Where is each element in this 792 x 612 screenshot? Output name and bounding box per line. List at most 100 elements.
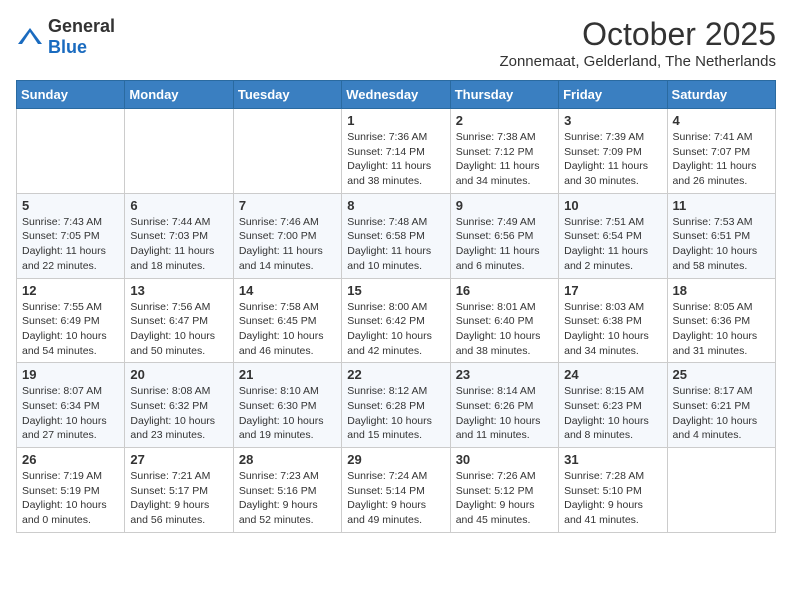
day-number: 6 — [130, 198, 227, 213]
calendar-cell: 5 Sunrise: 7:43 AMSunset: 7:05 PMDaylight… — [17, 193, 125, 278]
day-info: Sunrise: 7:58 AMSunset: 6:45 PMDaylight:… — [239, 300, 336, 359]
calendar-cell: 18 Sunrise: 8:05 AMSunset: 6:36 PMDayligh… — [667, 278, 775, 363]
day-of-week-header: Monday — [125, 81, 233, 109]
day-info: Sunrise: 7:26 AMSunset: 5:12 PMDaylight:… — [456, 469, 553, 528]
title-section: October 2025 Zonnemaat, Gelderland, The … — [499, 16, 776, 70]
day-number: 26 — [22, 452, 119, 467]
day-info: Sunrise: 8:05 AMSunset: 6:36 PMDaylight:… — [673, 300, 770, 359]
calendar-cell — [125, 109, 233, 194]
calendar-cell: 3 Sunrise: 7:39 AMSunset: 7:09 PMDaylight… — [559, 109, 667, 194]
day-number: 24 — [564, 367, 661, 382]
month-title: October 2025 — [499, 16, 776, 53]
day-number: 20 — [130, 367, 227, 382]
day-info: Sunrise: 8:01 AMSunset: 6:40 PMDaylight:… — [456, 300, 553, 359]
day-number: 31 — [564, 452, 661, 467]
calendar-cell: 9 Sunrise: 7:49 AMSunset: 6:56 PMDaylight… — [450, 193, 558, 278]
day-info: Sunrise: 7:24 AMSunset: 5:14 PMDaylight:… — [347, 469, 444, 528]
day-number: 30 — [456, 452, 553, 467]
day-info: Sunrise: 7:23 AMSunset: 5:16 PMDaylight:… — [239, 469, 336, 528]
logo-text-general: General — [48, 16, 115, 36]
calendar-cell: 21 Sunrise: 8:10 AMSunset: 6:30 PMDayligh… — [233, 363, 341, 448]
day-info: Sunrise: 8:12 AMSunset: 6:28 PMDaylight:… — [347, 384, 444, 443]
calendar-cell: 8 Sunrise: 7:48 AMSunset: 6:58 PMDaylight… — [342, 193, 450, 278]
day-number: 21 — [239, 367, 336, 382]
page-header: General Blue October 2025 Zonnemaat, Gel… — [16, 16, 776, 70]
day-info: Sunrise: 8:00 AMSunset: 6:42 PMDaylight:… — [347, 300, 444, 359]
day-of-week-header: Tuesday — [233, 81, 341, 109]
day-info: Sunrise: 7:39 AMSunset: 7:09 PMDaylight:… — [564, 130, 661, 189]
calendar-cell: 13Sunrise: 7:56 AMSunset: 6:47 PMDayligh… — [125, 278, 233, 363]
day-of-week-header: Friday — [559, 81, 667, 109]
calendar-cell: 7 Sunrise: 7:46 AMSunset: 7:00 PMDaylight… — [233, 193, 341, 278]
day-number: 9 — [456, 198, 553, 213]
calendar-cell: 16 Sunrise: 8:01 AMSunset: 6:40 PMDayligh… — [450, 278, 558, 363]
calendar-week-row: 26Sunrise: 7:19 AMSunset: 5:19 PMDayligh… — [17, 448, 776, 533]
calendar-cell: 19 Sunrise: 8:07 AMSunset: 6:34 PMDayligh… — [17, 363, 125, 448]
day-number: 5 — [22, 198, 119, 213]
calendar-cell: 24 Sunrise: 8:15 AMSunset: 6:23 PMDayligh… — [559, 363, 667, 448]
calendar-cell: 6 Sunrise: 7:44 AMSunset: 7:03 PMDaylight… — [125, 193, 233, 278]
calendar-cell: 25 Sunrise: 8:17 AMSunset: 6:21 PMDayligh… — [667, 363, 775, 448]
day-info: Sunrise: 8:17 AMSunset: 6:21 PMDaylight:… — [673, 384, 770, 443]
calendar-cell — [667, 448, 775, 533]
day-info: Sunrise: 8:10 AMSunset: 6:30 PMDaylight:… — [239, 384, 336, 443]
day-of-week-header: Thursday — [450, 81, 558, 109]
day-number: 7 — [239, 198, 336, 213]
calendar-week-row: 5 Sunrise: 7:43 AMSunset: 7:05 PMDaylight… — [17, 193, 776, 278]
day-number: 1 — [347, 113, 444, 128]
calendar-cell: 26Sunrise: 7:19 AMSunset: 5:19 PMDayligh… — [17, 448, 125, 533]
day-number: 15 — [347, 283, 444, 298]
day-number: 13 — [130, 283, 227, 298]
day-number: 11 — [673, 198, 770, 213]
day-info: Sunrise: 8:15 AMSunset: 6:23 PMDaylight:… — [564, 384, 661, 443]
calendar-cell: 2 Sunrise: 7:38 AMSunset: 7:12 PMDaylight… — [450, 109, 558, 194]
calendar-cell — [233, 109, 341, 194]
location-subtitle: Zonnemaat, Gelderland, The Netherlands — [499, 53, 776, 70]
day-info: Sunrise: 7:41 AMSunset: 7:07 PMDaylight:… — [673, 130, 770, 189]
day-info: Sunrise: 7:53 AMSunset: 6:51 PMDaylight:… — [673, 215, 770, 274]
calendar-cell: 20Sunrise: 8:08 AMSunset: 6:32 PMDayligh… — [125, 363, 233, 448]
day-info: Sunrise: 7:38 AMSunset: 7:12 PMDaylight:… — [456, 130, 553, 189]
calendar-cell: 29Sunrise: 7:24 AMSunset: 5:14 PMDayligh… — [342, 448, 450, 533]
day-number: 8 — [347, 198, 444, 213]
day-info: Sunrise: 7:36 AMSunset: 7:14 PMDaylight:… — [347, 130, 444, 189]
calendar-week-row: 19 Sunrise: 8:07 AMSunset: 6:34 PMDayligh… — [17, 363, 776, 448]
day-number: 27 — [130, 452, 227, 467]
day-number: 3 — [564, 113, 661, 128]
day-info: Sunrise: 7:28 AMSunset: 5:10 PMDaylight:… — [564, 469, 661, 528]
calendar-cell: 23Sunrise: 8:14 AMSunset: 6:26 PMDayligh… — [450, 363, 558, 448]
day-info: Sunrise: 7:49 AMSunset: 6:56 PMDaylight:… — [456, 215, 553, 274]
day-number: 28 — [239, 452, 336, 467]
day-number: 25 — [673, 367, 770, 382]
day-info: Sunrise: 7:48 AMSunset: 6:58 PMDaylight:… — [347, 215, 444, 274]
day-number: 12 — [22, 283, 119, 298]
day-info: Sunrise: 7:44 AMSunset: 7:03 PMDaylight:… — [130, 215, 227, 274]
calendar-header-row: SundayMondayTuesdayWednesdayThursdayFrid… — [17, 81, 776, 109]
calendar-cell — [17, 109, 125, 194]
day-number: 19 — [22, 367, 119, 382]
calendar-cell: 28 Sunrise: 7:23 AMSunset: 5:16 PMDayligh… — [233, 448, 341, 533]
logo-icon — [16, 26, 44, 48]
calendar-cell: 14Sunrise: 7:58 AMSunset: 6:45 PMDayligh… — [233, 278, 341, 363]
day-number: 18 — [673, 283, 770, 298]
day-number: 4 — [673, 113, 770, 128]
calendar-cell: 10Sunrise: 7:51 AMSunset: 6:54 PMDayligh… — [559, 193, 667, 278]
day-info: Sunrise: 7:51 AMSunset: 6:54 PMDaylight:… — [564, 215, 661, 274]
calendar-cell: 4 Sunrise: 7:41 AMSunset: 7:07 PMDaylight… — [667, 109, 775, 194]
day-number: 2 — [456, 113, 553, 128]
day-info: Sunrise: 7:46 AMSunset: 7:00 PMDaylight:… — [239, 215, 336, 274]
day-info: Sunrise: 7:43 AMSunset: 7:05 PMDaylight:… — [22, 215, 119, 274]
calendar-week-row: 12Sunrise: 7:55 AMSunset: 6:49 PMDayligh… — [17, 278, 776, 363]
logo-text-blue: Blue — [48, 37, 87, 57]
day-info: Sunrise: 8:03 AMSunset: 6:38 PMDaylight:… — [564, 300, 661, 359]
calendar-cell: 30 Sunrise: 7:26 AMSunset: 5:12 PMDayligh… — [450, 448, 558, 533]
day-number: 16 — [456, 283, 553, 298]
calendar-cell: 12Sunrise: 7:55 AMSunset: 6:49 PMDayligh… — [17, 278, 125, 363]
calendar-cell: 1 Sunrise: 7:36 AMSunset: 7:14 PMDaylight… — [342, 109, 450, 194]
day-info: Sunrise: 8:14 AMSunset: 6:26 PMDaylight:… — [456, 384, 553, 443]
day-info: Sunrise: 8:07 AMSunset: 6:34 PMDaylight:… — [22, 384, 119, 443]
day-number: 22 — [347, 367, 444, 382]
calendar-cell: 11 Sunrise: 7:53 AMSunset: 6:51 PMDayligh… — [667, 193, 775, 278]
calendar-cell: 22 Sunrise: 8:12 AMSunset: 6:28 PMDayligh… — [342, 363, 450, 448]
day-of-week-header: Saturday — [667, 81, 775, 109]
